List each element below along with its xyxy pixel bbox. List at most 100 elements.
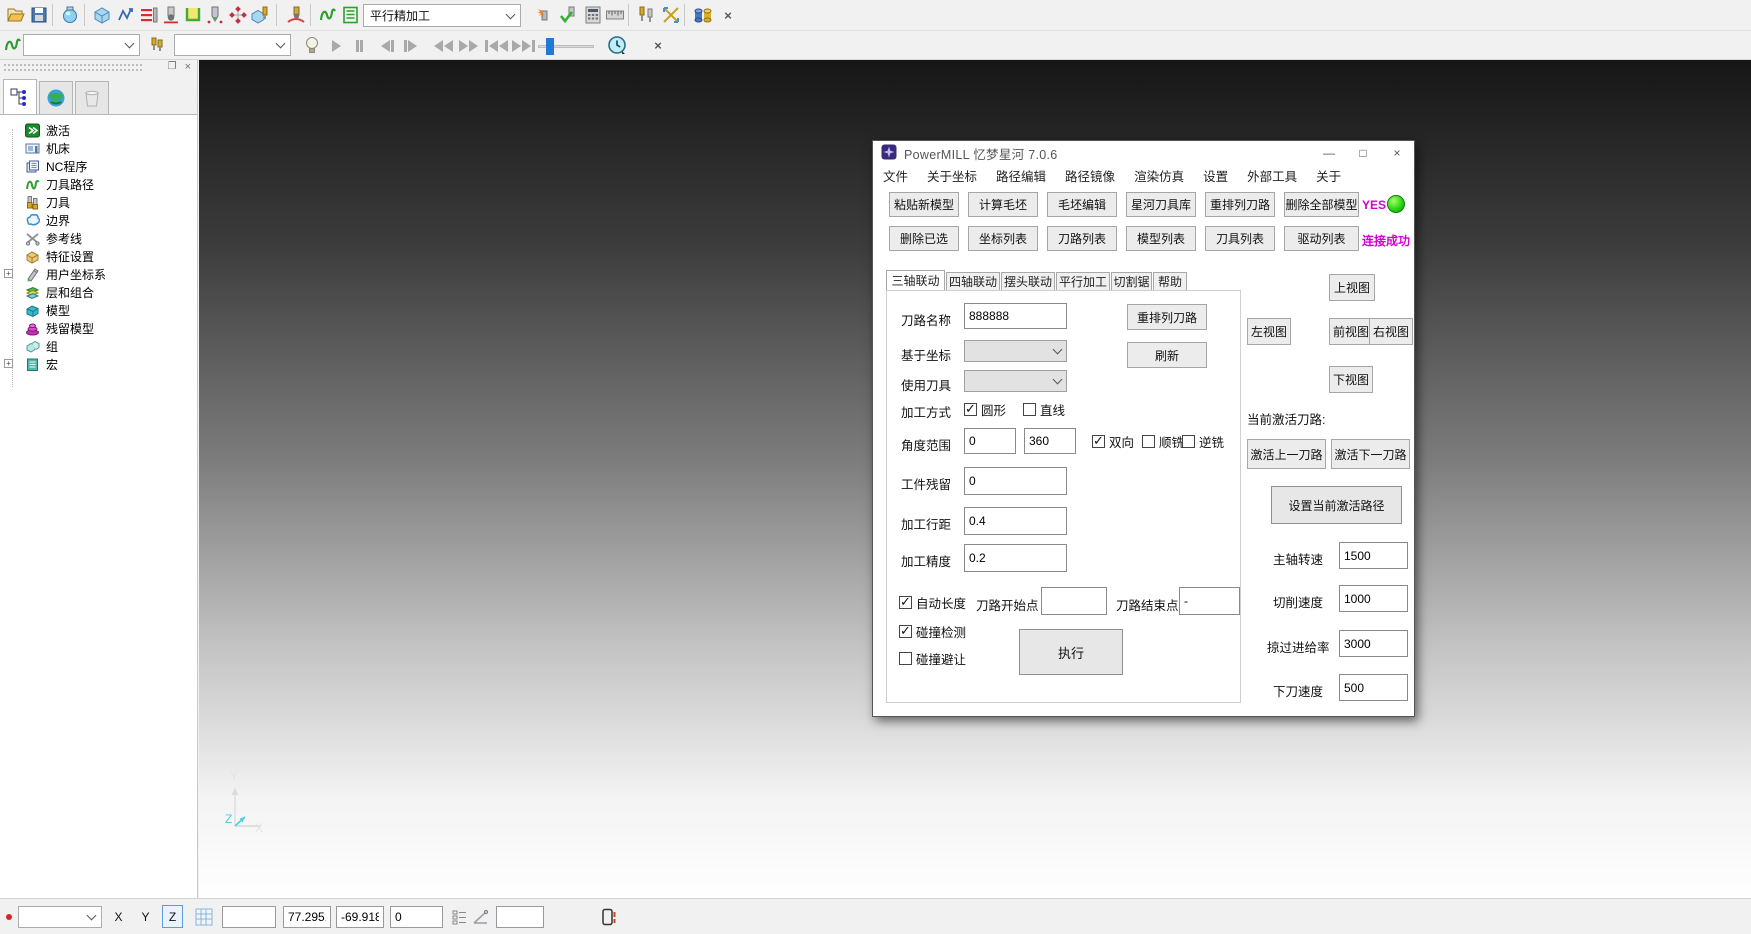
ball-tool-icon[interactable] (159, 3, 183, 27)
axis-x-button[interactable]: X (108, 905, 129, 928)
view-top-button[interactable]: 上视图 (1329, 274, 1375, 301)
drill-icon[interactable] (203, 3, 227, 27)
tool-star-icon[interactable] (532, 3, 556, 27)
menu-path-edit[interactable]: 路径编辑 (996, 166, 1046, 185)
tree-item-levels[interactable]: 层和组合 (0, 283, 197, 301)
menu-render-sim[interactable]: 渲染仿真 (1134, 166, 1184, 185)
menu-file[interactable]: 文件 (883, 166, 908, 185)
tab-help[interactable]: 帮助 (1153, 272, 1187, 290)
menu-about-coords[interactable]: 关于坐标 (927, 166, 977, 185)
tool-library-button[interactable]: 星河刀具库 (1126, 192, 1196, 217)
tool-pair-icon[interactable] (634, 3, 658, 27)
tab-swivel[interactable]: 摆头联动 (1001, 272, 1055, 290)
view-front-button[interactable]: 前视图 (1329, 318, 1373, 345)
stock-icon[interactable] (181, 3, 205, 27)
start-point-input[interactable] (1041, 587, 1107, 615)
tree-expand-icon[interactable]: + (4, 359, 13, 368)
stock-left-input[interactable] (964, 467, 1067, 495)
circle-checkbox[interactable]: 圆形 (964, 400, 1006, 419)
fast-forward-icon[interactable] (459, 38, 478, 54)
viewport-3d[interactable]: Y Z X PowerMILL 忆梦星河 7.0.6 — □ × 文件 关于坐标… (199, 60, 1751, 898)
tool-list-button[interactable]: 刀具列表 (1205, 226, 1275, 251)
tool-check-icon[interactable] (557, 3, 581, 27)
based-coord-combobox[interactable] (964, 340, 1067, 362)
end-point-input[interactable] (1179, 587, 1240, 615)
tree-item-machine[interactable]: 机床 (0, 139, 197, 157)
tree-item-nc-programs[interactable]: NC程序 (0, 157, 197, 175)
climb-checkbox[interactable]: 顺铣 (1142, 432, 1184, 451)
refresh-button[interactable]: 刷新 (1127, 342, 1207, 368)
clock-icon[interactable] (605, 33, 629, 57)
tree-item-activate[interactable]: 激活 (0, 121, 197, 139)
toolpath-moves-icon[interactable] (114, 3, 138, 27)
view-bottom-button[interactable]: 下视图 (1329, 366, 1373, 393)
tree-item-boundaries[interactable]: 边界 (0, 211, 197, 229)
step-back-icon[interactable] (381, 38, 394, 54)
collision-check-checkbox[interactable]: 碰撞检测 (899, 622, 966, 641)
playbar-close-icon[interactable]: × (646, 33, 670, 57)
execute-button[interactable]: 执行 (1019, 629, 1123, 675)
calc-stock-button[interactable]: 计算毛坯 (968, 192, 1038, 217)
tree-item-macros[interactable]: +宏 (0, 355, 197, 373)
cursor-z-field[interactable] (390, 906, 443, 928)
tree-expand-icon[interactable]: + (4, 269, 13, 278)
skim-feed-input[interactable] (1339, 630, 1408, 657)
db-cylinders-icon[interactable] (691, 3, 715, 27)
workplane-combobox[interactable] (18, 906, 102, 928)
save-icon[interactable] (27, 3, 51, 27)
set-active-path-button[interactable]: 设置当前激活路径 (1271, 486, 1402, 524)
menu-external-tools[interactable]: 外部工具 (1247, 166, 1297, 185)
open-file-icon[interactable] (4, 3, 28, 27)
block-icon[interactable] (90, 3, 114, 27)
tree-item-models[interactable]: 模型 (0, 301, 197, 319)
delete-all-models-button[interactable]: 删除全部模型 (1284, 192, 1359, 217)
model-ball-icon[interactable] (58, 3, 82, 27)
tab-4axis[interactable]: 四轴联动 (946, 272, 1000, 290)
tolerance-input[interactable] (964, 544, 1067, 572)
dialog-titlebar[interactable]: PowerMILL 忆梦星河 7.0.6 — □ × (873, 141, 1414, 165)
block-tool-icon[interactable] (248, 3, 272, 27)
axis-y-button[interactable]: Y (135, 905, 156, 928)
simulate-tool-icon[interactable] (284, 3, 308, 27)
status-blank-field-2[interactable] (496, 906, 544, 928)
maximize-button[interactable]: □ (1346, 141, 1380, 165)
tool-layers-icon[interactable] (146, 33, 170, 57)
toolbar-close-icon[interactable]: × (716, 3, 740, 27)
play-icon[interactable] (332, 38, 341, 54)
activate-prev-button[interactable]: 激活上一刀路 (1247, 439, 1326, 469)
panel-float-icon[interactable]: ❐ (168, 61, 177, 73)
checklist-icon[interactable] (450, 905, 470, 928)
rewind-icon[interactable] (434, 38, 453, 54)
bulb-icon[interactable] (300, 33, 324, 57)
tab-saw[interactable]: 切割锯 (1111, 272, 1152, 290)
coord-list-button[interactable]: 坐标列表 (968, 226, 1038, 251)
trash-tab[interactable] (75, 81, 109, 114)
skip-start-icon[interactable] (485, 38, 508, 54)
tree-item-stock-models[interactable]: 残留模型 (0, 319, 197, 337)
bidirectional-checkbox[interactable]: 双向 (1092, 432, 1134, 451)
status-blank-field-1[interactable] (222, 906, 276, 928)
angle-from-input[interactable] (964, 428, 1016, 454)
skip-end-icon[interactable] (512, 38, 535, 54)
tree-item-patterns[interactable]: 参考线 (0, 229, 197, 247)
cursor-x-field[interactable] (283, 906, 331, 928)
tree-item-workplanes[interactable]: +用户坐标系 (0, 265, 197, 283)
toolpath-list-button[interactable]: 刀路列表 (1047, 226, 1117, 251)
conventional-checkbox[interactable]: 逆铣 (1182, 432, 1224, 451)
paste-new-model-button[interactable]: 粘贴新模型 (889, 192, 959, 217)
model-list-button[interactable]: 模型列表 (1126, 226, 1196, 251)
panel-close-icon[interactable]: × (185, 61, 191, 73)
protractor-icon[interactable] (470, 905, 492, 928)
toolpath-coil-icon[interactable] (316, 3, 340, 27)
zlevel-icon[interactable] (137, 3, 161, 27)
rearrange-toolpaths-button[interactable]: 重排列刀路 (1205, 192, 1275, 217)
stock-edit-button[interactable]: 毛坯编辑 (1047, 192, 1117, 217)
view-left-button[interactable]: 左视图 (1247, 318, 1291, 345)
globe-tab[interactable] (39, 81, 73, 114)
strategy-list-icon[interactable] (339, 3, 363, 27)
ruler-icon[interactable] (603, 3, 627, 27)
line-checkbox[interactable]: 直线 (1023, 400, 1065, 419)
speed-slider-handle[interactable] (546, 38, 554, 55)
tree-item-groups[interactable]: 组 (0, 337, 197, 355)
menu-settings[interactable]: 设置 (1203, 166, 1228, 185)
